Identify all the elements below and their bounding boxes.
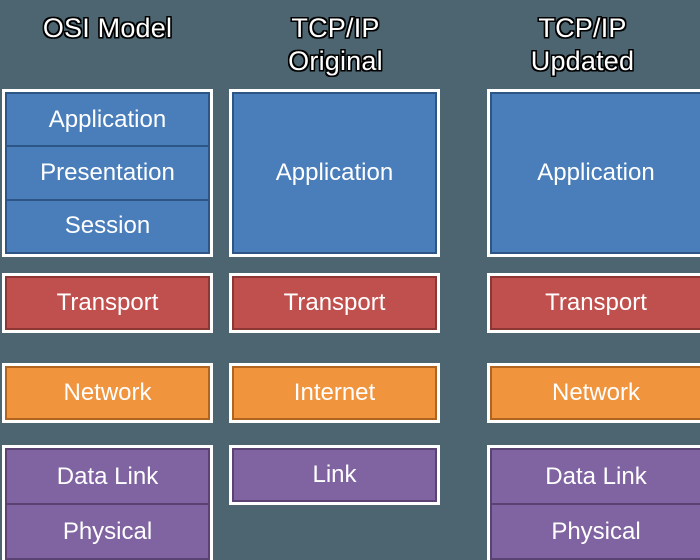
- column-title-tcpip-original: TCP/IP Original: [288, 13, 383, 76]
- layer-box-tcpip-upd-application: Application: [537, 159, 655, 186]
- layer-box-tcpip-upd-data-link: Data Link: [545, 462, 647, 490]
- osi-link-group: Data Link Physical: [2, 445, 213, 560]
- layer-comparison-diagram: OSI Model TCP/IP Original TCP/IP Updated…: [0, 0, 700, 560]
- osi-application-group: Application Presentation Session: [2, 89, 213, 257]
- layer-box-tcpip-orig-link: Link: [312, 461, 357, 488]
- column-title-osi: OSI Model: [42, 13, 173, 43]
- tcpip-orig-internet-group: Internet: [229, 363, 440, 423]
- layer-box-osi-session: Session: [7, 198, 208, 252]
- layer-box-osi-data-link: Data Link: [56, 462, 159, 490]
- layer-box-tcpip-orig-internet: Internet: [293, 379, 376, 406]
- layer-box-osi-transport: Transport: [56, 289, 159, 316]
- layer-box-osi-network: Network: [63, 379, 152, 406]
- layer-box-tcpip-upd-transport: Transport: [545, 289, 647, 316]
- tcpip-upd-transport-group: Transport: [487, 273, 700, 333]
- layer-box-tcpip-upd-physical: Physical: [492, 503, 700, 558]
- tcpip-upd-network-group: Network: [487, 363, 700, 423]
- osi-transport-group: Transport: [2, 273, 213, 333]
- layer-box-tcpip-upd-network: Network: [551, 379, 641, 406]
- layer-box-osi-physical: Physical: [7, 503, 208, 558]
- column-title-tcpip-updated: TCP/IP Updated: [530, 13, 635, 76]
- osi-network-group: Network: [2, 363, 213, 423]
- layer-box-osi-presentation: Presentation: [7, 145, 208, 198]
- layer-box-tcpip-orig-application: Application: [275, 159, 394, 186]
- tcpip-orig-application-group: Application: [229, 89, 440, 257]
- tcpip-orig-transport-group: Transport: [229, 273, 440, 333]
- tcpip-upd-link-group: Data Link Physical: [487, 445, 700, 560]
- layer-box-osi-application: Application: [48, 105, 167, 133]
- layer-box-tcpip-orig-transport: Transport: [283, 289, 386, 316]
- tcpip-upd-application-group: Application: [487, 89, 700, 257]
- tcpip-orig-link-group: Link: [229, 445, 440, 505]
